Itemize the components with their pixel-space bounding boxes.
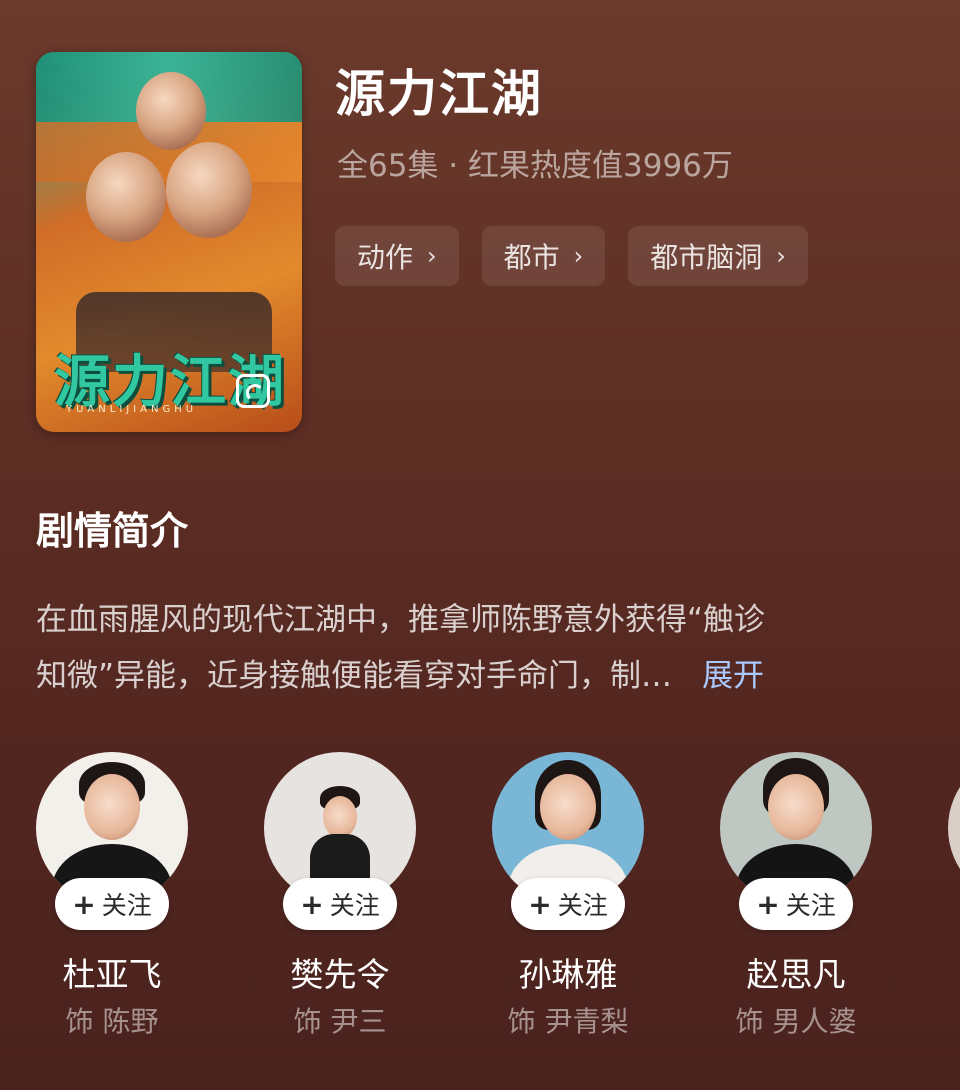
follow-label: 关注 [329, 891, 380, 920]
cast-member[interactable]: + 关注 樊先令 饰 尹三 [264, 752, 418, 1042]
poster-figure [86, 152, 166, 242]
cast-member[interactable]: + 关注 杜亚飞 饰 陈野 [36, 752, 190, 1042]
genre-tags: 动作 › 都市 › 都市脑洞 › [335, 226, 808, 286]
show-poster[interactable]: 源力江湖 YUANLIJIANGHU [36, 52, 302, 432]
avatar-head [323, 796, 357, 838]
synopsis-heading: 剧情简介 [36, 509, 189, 553]
tag-label: 都市 [503, 241, 560, 274]
role-name: 饰 尹三 [293, 1005, 387, 1038]
follow-button[interactable]: + 关注 [739, 878, 853, 930]
follow-button[interactable]: + 关注 [55, 878, 169, 930]
actor-name: 孙琳雅 [518, 955, 618, 994]
synopsis-line: 在血雨腥风的现代江湖中，推拿师陈野意外获得“触诊 [36, 602, 766, 638]
cast-member[interactable]: + 关注 孙琳雅 饰 尹青梨 [492, 752, 646, 1042]
follow-button[interactable]: + 关注 [283, 878, 397, 930]
tag-label: 动作 [357, 241, 414, 274]
actor-name: 赵思凡 [746, 955, 846, 994]
plus-icon: + [756, 887, 780, 921]
cast-list: + 关注 杜亚飞 饰 陈野 + 关注 樊先令 饰 尹三 + 关注 孙琳雅 饰 尹… [36, 752, 960, 1052]
tag-label: 都市脑洞 [650, 241, 763, 274]
actor-name: 杜亚飞 [62, 955, 162, 994]
plus-icon: + [528, 887, 552, 921]
synopsis-text: 在血雨腥风的现代江湖中，推拿师陈野意外获得“触诊 知微”异能，近身接触便能看穿对… [36, 592, 926, 704]
follow-label: 关注 [101, 891, 152, 920]
poster-figure [166, 142, 252, 238]
role-name: 饰 陈野 [65, 1005, 159, 1038]
show-meta: 全65集 · 红果热度值3996万 [337, 148, 733, 184]
synopsis-line-text: 知微”异能，近身接触便能看穿对手命门，制… [36, 658, 673, 694]
follow-button[interactable]: + 关注 [511, 878, 625, 930]
chevron-right-icon: › [573, 242, 584, 270]
follow-label: 关注 [557, 891, 608, 920]
avatar-head [768, 774, 824, 840]
chevron-right-icon: › [427, 242, 437, 270]
player-badge-icon [236, 374, 270, 408]
role-name: 饰 尹青梨 [507, 1005, 629, 1038]
poster-figure [136, 72, 206, 150]
plus-icon: + [72, 887, 96, 921]
expand-link[interactable]: 展开 [702, 658, 764, 694]
tag-action[interactable]: 动作 › [335, 226, 459, 286]
avatar-head [540, 774, 596, 840]
avatar[interactable] [948, 752, 960, 904]
chevron-right-icon: › [776, 242, 786, 270]
synopsis-line: 知微”异能，近身接触便能看穿对手命门，制… 展开 [36, 648, 926, 704]
follow-label: 关注 [785, 891, 836, 920]
poster-subtitle: YUANLIJIANGHU [66, 404, 198, 415]
tag-urban[interactable]: 都市 › [481, 226, 606, 286]
role-name: 饰 男人婆 [735, 1005, 857, 1038]
show-title: 源力江湖 [335, 65, 543, 123]
avatar-head [84, 774, 140, 840]
actor-name: 樊先令 [290, 955, 390, 994]
tag-urban-fantasy[interactable]: 都市脑洞 › [628, 226, 808, 286]
cast-member[interactable]: + 关注 赵思凡 饰 男人婆 [720, 752, 874, 1042]
plus-icon: + [300, 887, 324, 921]
